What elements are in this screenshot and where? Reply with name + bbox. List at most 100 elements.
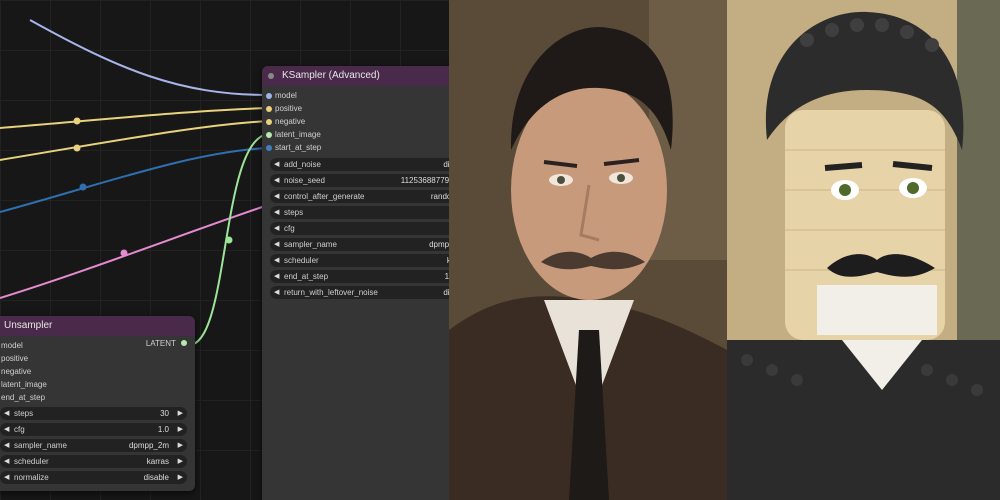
- input-slot-positive[interactable]: positive: [0, 352, 195, 365]
- slot-label: end_at_step: [1, 393, 46, 402]
- widget-label: return_with_leftover_noise: [284, 288, 378, 297]
- input-photo-preview: [449, 0, 727, 500]
- widget-label: end_at_step: [284, 272, 329, 281]
- widget-value: disable: [143, 473, 169, 482]
- widget-label: steps: [284, 208, 304, 217]
- input-slot-latent-image[interactable]: latent_image: [0, 378, 195, 391]
- widget-scheduler[interactable]: ◀ scheduler karras ▶: [0, 455, 187, 468]
- widget-sampler-name[interactable]: ◀ sampler_name dpmpp_2m ▶: [0, 439, 187, 452]
- decrement-arrow-icon[interactable]: ◀: [274, 222, 279, 235]
- widget-label: scheduler: [284, 256, 319, 265]
- slot-label: latent_image: [1, 380, 47, 389]
- slot-label: negative: [275, 117, 306, 126]
- decrement-arrow-icon[interactable]: ◀: [274, 158, 279, 171]
- widget-label: cfg: [284, 224, 295, 233]
- widget-label: sampler_name: [14, 441, 67, 450]
- ksampler-title: KSampler (Advanced): [282, 70, 380, 81]
- widget-value: karras: [146, 457, 169, 466]
- input-slot-start-at-step[interactable]: start_at_step: [262, 141, 449, 154]
- slot-label: negative: [1, 367, 32, 376]
- slot-label: start_at_step: [275, 143, 322, 152]
- decrement-arrow-icon[interactable]: ◀: [274, 254, 279, 267]
- decrement-arrow-icon[interactable]: ◀: [274, 190, 279, 203]
- widget-value: dpmpp_2m: [128, 441, 169, 450]
- widget-label: noise_seed: [284, 176, 325, 185]
- slot-label: model: [1, 341, 23, 350]
- increment-arrow-icon[interactable]: ▶: [178, 455, 183, 468]
- widget-label: normalize: [14, 473, 49, 482]
- decrement-arrow-icon[interactable]: ◀: [274, 286, 279, 299]
- widget-sampler-name[interactable]: ◀ sampler_name dpmpp_: [270, 238, 449, 251]
- input-slot-end-at-step[interactable]: end_at_step: [0, 391, 195, 404]
- widget-label: control_after_generate: [284, 192, 365, 201]
- decrement-arrow-icon[interactable]: ◀: [4, 423, 9, 436]
- increment-arrow-icon[interactable]: ▶: [178, 439, 183, 452]
- widget-add-noise[interactable]: ◀ add_noise disa: [270, 158, 449, 171]
- output-lego-preview: [727, 0, 1000, 500]
- input-slot-latent-image[interactable]: latent_image: [262, 128, 449, 141]
- unsampler-node[interactable]: Unsampler LATENT model positive negative…: [0, 316, 195, 491]
- wire-pink: [0, 204, 269, 299]
- input-slot-model[interactable]: model: [0, 339, 195, 352]
- widget-value: 30: [160, 409, 169, 418]
- slot-label: positive: [1, 354, 29, 363]
- slot-label: model: [275, 91, 297, 100]
- wire-negative: [0, 120, 269, 161]
- decrement-arrow-icon[interactable]: ◀: [4, 439, 9, 452]
- widget-label: scheduler: [14, 457, 49, 466]
- widget-scheduler[interactable]: ◀ scheduler kar: [270, 254, 449, 267]
- increment-arrow-icon[interactable]: ▶: [178, 471, 183, 484]
- wire-positive-midpoint: [73, 117, 81, 125]
- wire-negative-midpoint: [73, 144, 81, 152]
- increment-arrow-icon[interactable]: ▶: [178, 407, 183, 420]
- wire-start-at-step: [0, 147, 269, 213]
- node-collapse-dot-icon[interactable]: [268, 73, 274, 79]
- wire-pink-midpoint: [120, 249, 128, 257]
- slot-dot-icon[interactable]: [266, 118, 272, 125]
- widget-cfg[interactable]: ◀ cfg: [270, 222, 449, 235]
- widget-value: 1125368877949: [400, 176, 449, 185]
- widget-normalize[interactable]: ◀ normalize disable ▶: [0, 471, 187, 484]
- input-slot-negative[interactable]: negative: [0, 365, 195, 378]
- decrement-arrow-icon[interactable]: ◀: [274, 174, 279, 187]
- input-slot-positive[interactable]: positive: [262, 102, 449, 115]
- input-slot-model[interactable]: model: [262, 89, 449, 102]
- lego-portrait-image: [727, 0, 1000, 500]
- widget-value: random: [430, 192, 449, 201]
- node-canvas[interactable]: KSampler (Advanced) model positive negat…: [0, 0, 449, 500]
- widget-end-at-step[interactable]: ◀ end_at_step 100: [270, 270, 449, 283]
- slot-dot-icon[interactable]: [266, 144, 272, 151]
- widget-label: sampler_name: [284, 240, 337, 249]
- ksampler-title-bar[interactable]: KSampler (Advanced): [262, 66, 449, 86]
- decrement-arrow-icon[interactable]: ◀: [274, 270, 279, 283]
- widget-label: add_noise: [284, 160, 321, 169]
- decrement-arrow-icon[interactable]: ◀: [274, 238, 279, 251]
- decrement-arrow-icon[interactable]: ◀: [4, 455, 9, 468]
- widget-cfg[interactable]: ◀ cfg 1.0 ▶: [0, 423, 187, 436]
- decrement-arrow-icon[interactable]: ◀: [4, 471, 9, 484]
- wire-latent-midpoint: [225, 236, 233, 244]
- slot-label: positive: [275, 104, 303, 113]
- input-slot-negative[interactable]: negative: [262, 115, 449, 128]
- widget-steps[interactable]: ◀ steps: [270, 206, 449, 219]
- widget-label: cfg: [14, 425, 25, 434]
- wire-start-at-step-midpoint: [79, 183, 87, 191]
- decrement-arrow-icon[interactable]: ◀: [274, 206, 279, 219]
- unsampler-title-bar[interactable]: Unsampler: [0, 316, 195, 336]
- widget-value: dpmpp_: [429, 240, 449, 249]
- slot-dot-icon[interactable]: [266, 105, 272, 112]
- decrement-arrow-icon[interactable]: ◀: [4, 407, 9, 420]
- widget-return-with-leftover-noise[interactable]: ◀ return_with_leftover_noise disa: [270, 286, 449, 299]
- widget-label: steps: [14, 409, 34, 418]
- wire-model: [29, 19, 269, 96]
- ksampler-advanced-node[interactable]: KSampler (Advanced) model positive negat…: [262, 66, 449, 500]
- widget-control-after-generate[interactable]: ◀ control_after_generate random: [270, 190, 449, 203]
- slot-label: latent_image: [275, 130, 321, 139]
- portrait-photo-image: [449, 0, 727, 500]
- slot-dot-icon[interactable]: [266, 131, 272, 138]
- unsampler-title: Unsampler: [4, 320, 53, 331]
- increment-arrow-icon[interactable]: ▶: [178, 423, 183, 436]
- widget-noise-seed[interactable]: ◀ noise_seed 1125368877949: [270, 174, 449, 187]
- widget-steps[interactable]: ◀ steps 30 ▶: [0, 407, 187, 420]
- slot-dot-icon[interactable]: [266, 92, 272, 99]
